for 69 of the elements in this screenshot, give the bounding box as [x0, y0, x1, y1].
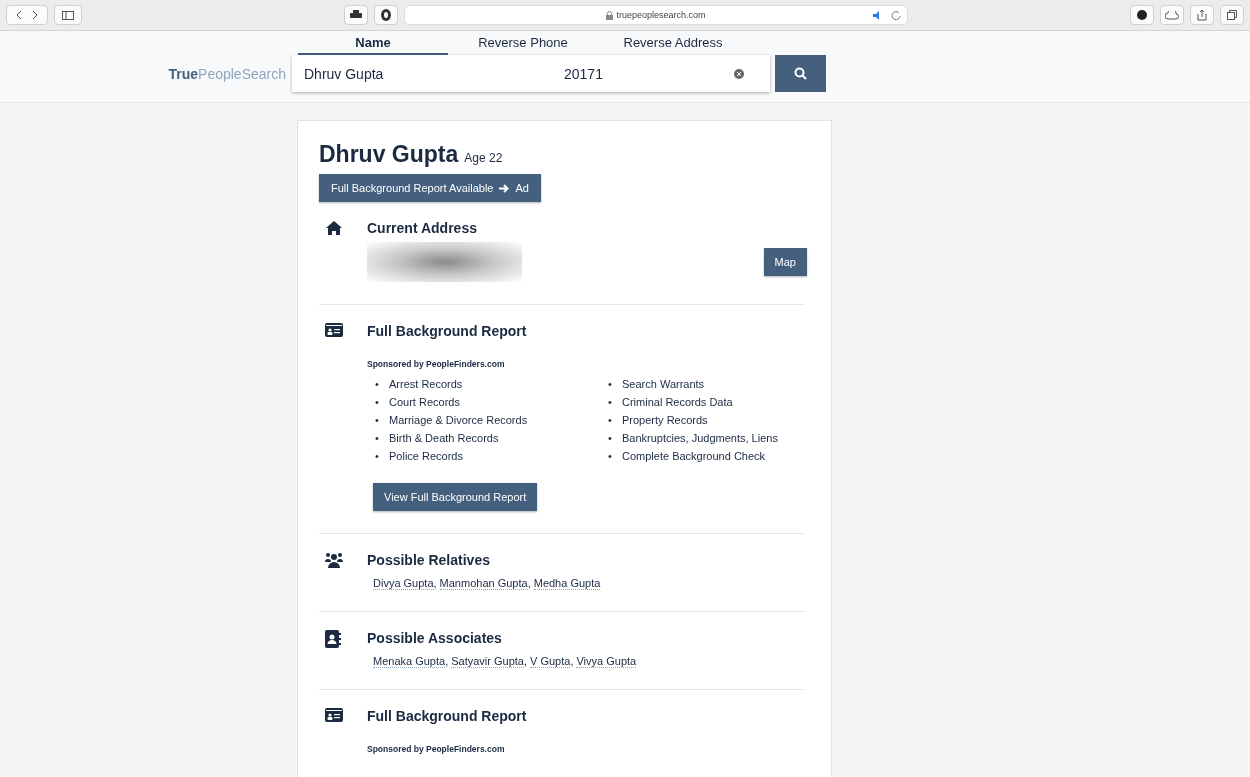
search-icon	[794, 67, 807, 80]
record-type: Court Records	[389, 395, 460, 410]
share-icon	[1197, 9, 1207, 21]
record-type: Arrest Records	[389, 377, 463, 392]
person-link[interactable]: Divya Gupta	[373, 577, 434, 590]
download-icon	[1137, 10, 1147, 20]
search-button[interactable]	[775, 55, 826, 92]
bullet: •	[608, 413, 613, 428]
record-type: Property Records	[622, 413, 708, 428]
record-type: Criminal Records Data	[622, 395, 733, 410]
section-title: Current Address	[367, 220, 478, 236]
bullet: •	[608, 377, 613, 392]
record-type: Police Records	[389, 449, 463, 464]
bullet: •	[608, 431, 613, 446]
record-type: Birth & Death Records	[389, 431, 499, 446]
clear-icon[interactable]	[734, 68, 744, 79]
section-title: Possible Associates	[367, 630, 503, 646]
bullet: •	[375, 395, 380, 410]
comma: ,	[524, 655, 528, 667]
person-age: Age 22	[464, 151, 503, 165]
comma: ,	[445, 655, 449, 667]
comma: ,	[433, 577, 437, 589]
id-card-icon	[325, 323, 343, 337]
site-logo[interactable]: TruePeopleSearch	[0, 65, 292, 82]
search-tab[interactable]: Reverse Address	[598, 31, 748, 55]
lock-icon	[606, 10, 614, 20]
address-bar[interactable]: truepeoplesearch.com	[404, 5, 908, 25]
person-link[interactable]: Vivya Gupta	[576, 655, 637, 668]
record-type: Search Warrants	[622, 377, 705, 392]
record-type: Complete Background Check	[622, 449, 766, 464]
bullet: •	[375, 377, 380, 392]
search-field[interactable]: Dhruv Gupta 20171	[292, 55, 770, 92]
cloud-button[interactable]	[1160, 5, 1184, 25]
arrow-icon	[499, 183, 510, 193]
record-type: Bankruptcies, Judgments, Liens	[622, 431, 778, 446]
sponsor-note: Sponsored by PeopleFinders.com	[367, 744, 506, 754]
print-button[interactable]	[344, 5, 368, 25]
record-type: Marriage & Divorce Records	[389, 413, 528, 428]
person-name: Dhruv Gupta	[319, 141, 459, 167]
bullet: •	[375, 449, 380, 464]
bullet: •	[608, 395, 613, 410]
printer-icon	[350, 10, 362, 20]
bullet: •	[375, 431, 380, 446]
sponsor-note: Sponsored by PeopleFinders.com	[367, 359, 506, 369]
tabs-button[interactable]	[1220, 5, 1244, 25]
people-group-icon	[325, 552, 343, 569]
comma: ,	[570, 655, 574, 667]
sidebar-button[interactable]	[54, 5, 82, 25]
id-card-icon	[325, 708, 343, 722]
map-button[interactable]: Map	[763, 248, 807, 276]
section-title: Possible Relatives	[367, 552, 491, 568]
contact-book-icon	[325, 630, 341, 648]
house-icon	[325, 220, 343, 236]
sidebar-icon	[62, 10, 74, 20]
tabs-icon	[1227, 10, 1237, 20]
search-tab[interactable]: Reverse Phone	[448, 31, 598, 55]
view-report-button[interactable]: View Full Background Report	[373, 483, 538, 511]
bullet: •	[608, 449, 613, 464]
bullet: •	[375, 413, 380, 428]
reload-icon	[891, 10, 901, 20]
download-button[interactable]	[1130, 5, 1154, 25]
person-link[interactable]: Manmohan Gupta	[439, 577, 528, 590]
section-title: Full Background Report	[367, 323, 528, 339]
comma: ,	[527, 577, 531, 589]
section-title: Full Background Report	[367, 708, 528, 724]
background-report-ad-button[interactable]: Full Background Report Available Ad	[319, 174, 541, 202]
cloud-icon	[1165, 10, 1179, 20]
person-link[interactable]: Medha Gupta	[533, 577, 601, 590]
person-link[interactable]: Satyavir Gupta	[451, 655, 524, 668]
